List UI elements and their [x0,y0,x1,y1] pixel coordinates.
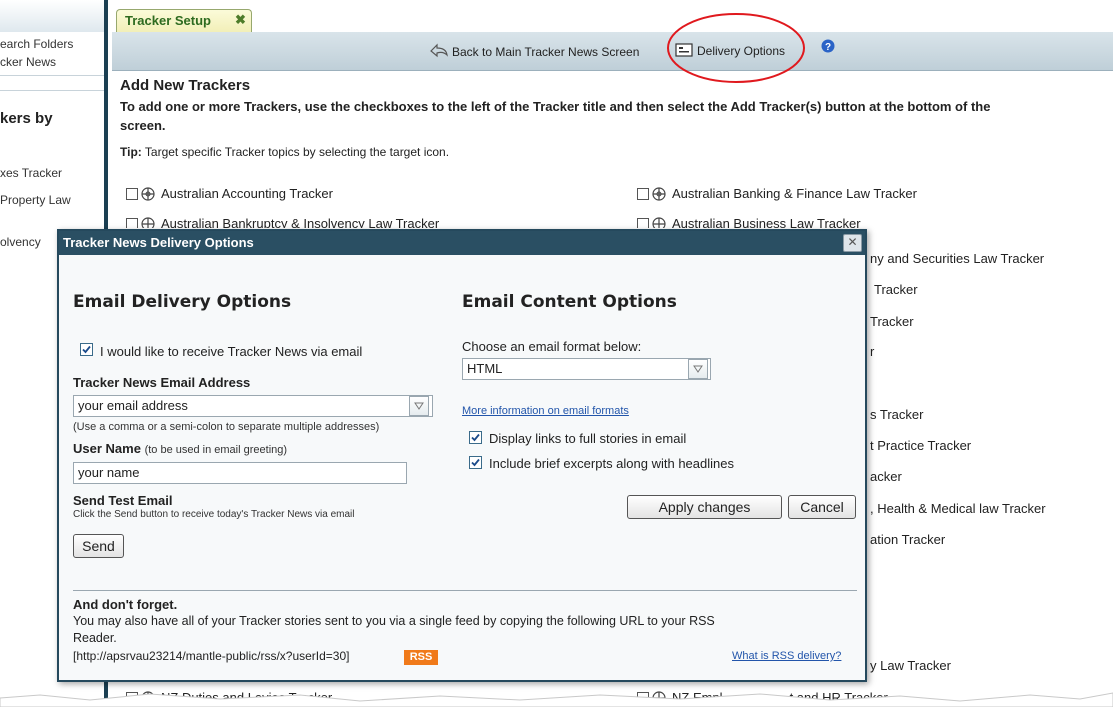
username-input[interactable]: your name [73,462,407,484]
highlight-circle [667,13,805,83]
format-info-link[interactable]: More information on email formats [462,405,629,417]
email-address-hint: (Use a comma or a semi-colon to separate… [73,421,380,433]
send-test-hint: Click the Send button to receive today's… [73,509,355,520]
dialog-titlebar: Tracker News Delivery Options ✕ [59,231,865,255]
email-address-label: Tracker News Email Address [73,375,251,390]
email-dropdown-button[interactable] [409,396,429,416]
tracker-item[interactable]: Australian Bankruptcy & Insolvency Law T… [126,216,439,228]
dialog-title: Tracker News Delivery Options [63,235,254,250]
tracker-name[interactable]: r [870,344,874,359]
checkmark-icon [82,345,91,354]
sidebar-item-search-folders[interactable]: earch Folders [0,37,73,51]
target-icon[interactable] [652,217,666,228]
cancel-button[interactable]: Cancel [788,495,856,519]
sidebar-header [0,0,104,32]
help-icon[interactable]: ? [821,39,835,56]
footer-text: You may also have all of your Tracker st… [73,614,715,628]
apply-changes-button[interactable]: Apply changes [627,495,782,519]
tracker-name[interactable]: Tracker [874,282,918,297]
instructions-cont: screen. [120,118,166,133]
chevron-down-icon [693,365,703,373]
close-icon[interactable]: ✕ [843,234,862,252]
tracker-checkbox[interactable] [637,218,649,228]
tab-label: Tracker Setup [125,13,211,28]
back-arrow-icon [430,43,448,58]
tracker-name[interactable]: y Law Tracker [870,658,951,673]
divider [0,90,104,91]
receive-email-label: I would like to receive Tracker News via… [100,344,363,359]
sidebar-heading: kers by [0,110,53,127]
excerpts-checkbox[interactable] [469,456,482,469]
tracker-name[interactable]: s Tracker [870,407,923,422]
send-test-label: Send Test Email [73,493,173,508]
tracker-checkbox[interactable] [637,188,649,200]
username-label-row: User Name (to be used in email greeting) [73,441,287,456]
target-icon[interactable] [652,187,666,201]
footer-title: And don't forget. [73,597,178,612]
close-icon[interactable]: ✖ [235,12,246,28]
tracker-checkbox[interactable] [126,218,138,228]
tracker-name: Australian Bankruptcy & Insolvency Law T… [161,216,440,228]
format-select[interactable]: HTML [462,358,711,380]
delivery-options-dialog: Tracker News Delivery Options ✕ Email De… [57,229,867,682]
tracker-name[interactable]: , Health & Medical law Tracker [870,501,1046,516]
sidebar-item-tracker[interactable]: olvency [0,235,41,249]
tracker-item[interactable]: Australian Accounting Tracker [126,186,333,201]
excerpts-label: Include brief excerpts along with headli… [489,456,734,471]
checkmark-icon [471,433,480,442]
tracker-name[interactable]: ation Tracker [870,532,945,547]
display-links-label: Display links to full stories in email [489,431,687,446]
tracker-name[interactable]: Tracker [870,314,914,329]
rss-url[interactable]: [http://apsrvau23214/mantle-public/rss/x… [73,649,350,663]
tracker-item[interactable]: Australian Banking & Finance Law Tracker [637,186,917,201]
rss-info-link[interactable]: What is RSS delivery? [732,650,841,662]
tip: Tip: Target specific Tracker topics by s… [120,145,449,159]
tracker-name: Australian Business Law Tracker [672,216,861,228]
tracker-name[interactable]: ny and Securities Law Tracker [870,251,1044,266]
back-label: Back to Main Tracker News Screen [452,45,640,59]
target-icon[interactable] [141,187,155,201]
email-delivery-title: Email Delivery Options [73,292,292,312]
rss-badge[interactable]: RSS [404,650,438,665]
tracker-name: Australian Banking & Finance Law Tracker [672,186,917,201]
sidebar-item-tracker[interactable]: Property Law [0,193,71,207]
send-button[interactable]: Send [73,534,124,558]
tracker-item[interactable]: Australian Business Law Tracker [637,216,861,228]
tracker-name[interactable]: acker [870,469,902,484]
tracker-checkbox[interactable] [126,188,138,200]
receive-email-checkbox[interactable] [80,343,93,356]
email-content-title: Email Content Options [462,292,677,312]
torn-edge [0,692,1113,707]
display-links-checkbox[interactable] [469,431,482,444]
footer-text-cont: Reader. [73,631,117,645]
back-to-main-link[interactable]: Back to Main Tracker News Screen [428,43,639,59]
instructions: To add one or more Trackers, use the che… [120,99,991,114]
target-icon[interactable] [141,217,155,228]
divider [0,75,104,76]
tip-text: Target specific Tracker topics by select… [144,145,450,159]
svg-text:?: ? [825,42,831,53]
divider [73,590,857,591]
format-dropdown-button[interactable] [688,359,708,379]
sidebar-item-tracker-news[interactable]: cker News [0,55,56,69]
tracker-name[interactable]: t Practice Tracker [870,438,971,453]
toolbar: Back to Main Tracker News Screen Deliver… [112,13,1113,83]
username-hint: (to be used in email greeting) [144,444,288,456]
tip-label: Tip: [120,145,142,159]
chevron-down-icon [414,402,424,410]
format-label: Choose an email format below: [462,339,642,354]
username-label: User Name [73,441,141,456]
page-title: Add New Trackers [120,77,251,94]
email-address-input[interactable]: your email address [73,395,433,417]
checkmark-icon [471,458,480,467]
sidebar-item-tracker[interactable]: xes Tracker [0,166,62,180]
tracker-name: Australian Accounting Tracker [161,186,333,201]
tab-tracker-setup[interactable]: Tracker Setup ✖ [116,9,252,32]
